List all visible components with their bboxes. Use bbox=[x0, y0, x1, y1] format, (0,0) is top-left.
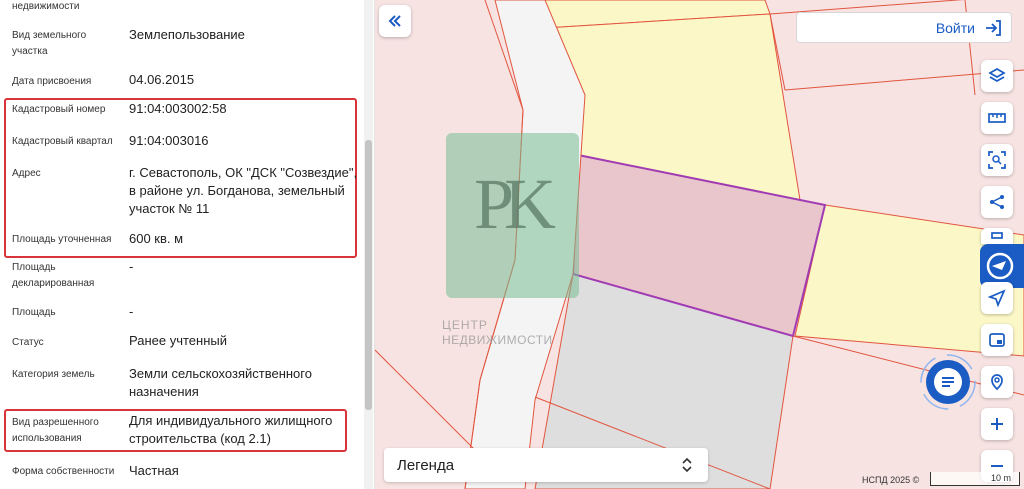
login-button[interactable]: Войти bbox=[796, 12, 1012, 43]
layers-button[interactable] bbox=[981, 60, 1013, 92]
navigate-icon bbox=[988, 289, 1006, 307]
login-label: Войти bbox=[935, 20, 975, 36]
field-value: - bbox=[129, 304, 134, 319]
field-value: Частная bbox=[129, 463, 179, 478]
location-search-button[interactable] bbox=[981, 366, 1013, 398]
login-arrow-icon bbox=[986, 20, 1001, 36]
double-chevron-left-icon bbox=[388, 15, 401, 27]
field-label: Адрес bbox=[12, 168, 41, 179]
field-label: Вид разрешенного использования bbox=[12, 417, 99, 444]
map-canvas[interactable]: PK ЦЕНТР НЕДВИЖИМОСТИ bbox=[375, 0, 1024, 489]
navigate-button[interactable] bbox=[981, 282, 1013, 314]
copyright-text: НСПД 2025 © bbox=[862, 475, 920, 485]
field-label: Вид земельного участка bbox=[12, 30, 87, 57]
chat-icon bbox=[920, 354, 976, 410]
field-value: 04.06.2015 bbox=[129, 72, 195, 87]
legend-label: Легенда bbox=[397, 457, 455, 474]
field-label: Кадастровый номер bbox=[12, 104, 106, 115]
watermark-logo: PK bbox=[446, 133, 579, 298]
legend-dropdown[interactable]: Легенда bbox=[384, 448, 708, 482]
scale-label: 10 m bbox=[990, 473, 1011, 483]
field-value: - bbox=[129, 259, 134, 274]
field-value: 600 кв. м bbox=[129, 231, 184, 246]
share-icon bbox=[990, 195, 1004, 209]
panel-scrollbar-thumb[interactable] bbox=[365, 140, 372, 410]
layers-icon bbox=[988, 68, 1006, 82]
panel-toggle-button[interactable] bbox=[981, 324, 1013, 356]
field-value: Земли сельскохозяйственного назначения bbox=[129, 366, 312, 399]
map-scale-bar: 10 m bbox=[930, 472, 1020, 486]
location-search-icon bbox=[991, 374, 1003, 391]
field-label-top-cut: недвижимости bbox=[12, 1, 80, 12]
field-label: Категория земель bbox=[12, 369, 95, 380]
area-select-button[interactable] bbox=[981, 144, 1013, 176]
field-label: Дата присвоения bbox=[12, 76, 92, 87]
field-label: Площадь bbox=[12, 307, 56, 318]
share-button[interactable] bbox=[981, 186, 1013, 218]
field-label: Площадь уточненная bbox=[12, 234, 112, 245]
watermark-letters: PK bbox=[474, 164, 556, 244]
print-button[interactable] bbox=[981, 228, 1013, 244]
field-value: Ранее учтенный bbox=[129, 333, 227, 348]
field-label: Площадь декларированная bbox=[12, 262, 95, 289]
panel-icon bbox=[989, 333, 1005, 347]
collapse-panel-button[interactable] bbox=[379, 5, 411, 37]
field-label: Статус bbox=[12, 337, 44, 348]
field-value: Землепользование bbox=[129, 27, 245, 42]
field-value[interactable]: 91:04:003002:58 bbox=[129, 100, 354, 118]
field-value: г. Севастополь, ОК "ДСК "Созвездие", в р… bbox=[129, 165, 358, 216]
field-value: Для индивидуального жилищного строительс… bbox=[129, 413, 333, 446]
chevron-up-down-icon bbox=[682, 457, 692, 473]
watermark-text-1: ЦЕНТР bbox=[442, 318, 488, 332]
field-value[interactable]: 91:04:003016 bbox=[129, 132, 354, 150]
area-select-icon bbox=[988, 151, 1006, 169]
zoom-in-button[interactable] bbox=[981, 408, 1013, 440]
ruler-icon bbox=[988, 113, 1006, 123]
watermark-text-2: НЕДВИЖИМОСТИ bbox=[442, 333, 553, 347]
chat-button[interactable] bbox=[919, 353, 977, 411]
field-label: Кадастровый квартал bbox=[12, 136, 113, 147]
field-label: Форма собственности bbox=[12, 466, 115, 477]
ruler-button[interactable] bbox=[981, 102, 1013, 134]
object-info-panel: недвижимости Вид земельного участка Земл… bbox=[0, 0, 375, 489]
zoom-in-icon bbox=[991, 418, 1003, 430]
